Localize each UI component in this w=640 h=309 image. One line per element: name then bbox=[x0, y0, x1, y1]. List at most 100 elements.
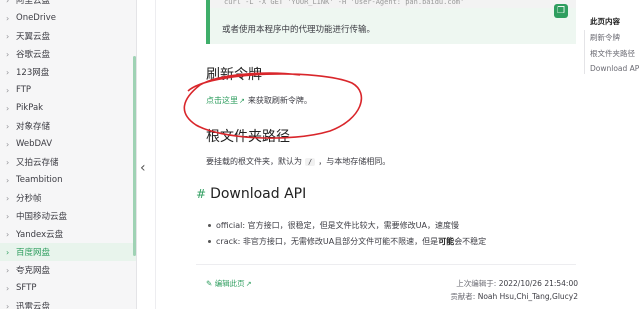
sidebar-item[interactable]: › PikPak bbox=[0, 99, 136, 117]
sidebar-item-label: 百度网盘 bbox=[16, 248, 51, 258]
refresh-paragraph: 点击这里↗ 来获取刷新令牌。 bbox=[206, 95, 312, 106]
sidebar-item-label: Teambition bbox=[16, 175, 63, 185]
chevron-right-icon: › bbox=[6, 229, 10, 239]
toc-item-download-api[interactable]: Download API bbox=[590, 64, 640, 73]
list-item-suffix: 会不稳定 bbox=[454, 236, 487, 246]
sidebar-item-label: OneDrive bbox=[16, 13, 56, 23]
anchor-link[interactable]: # bbox=[196, 187, 206, 201]
chevron-right-icon: › bbox=[6, 139, 10, 149]
list-item: official: 官方接口，很稳定，但是文件比较大，需要修改UA，速度慢 bbox=[208, 217, 486, 233]
sidebar-item[interactable]: › 分秒帧 bbox=[0, 189, 136, 207]
contributors-label: 贡献者: bbox=[450, 292, 476, 301]
sidebar-item-label: Yandex云盘 bbox=[16, 230, 64, 240]
chevron-right-icon: › bbox=[6, 301, 10, 309]
refresh-text: 来获取刷新令牌。 bbox=[247, 96, 312, 105]
sidebar-item[interactable]: › Teambition bbox=[0, 171, 136, 189]
sidebar-item[interactable]: › Yandex云盘 bbox=[0, 225, 136, 243]
divider bbox=[196, 264, 576, 265]
last-updated-label: 上次编辑于: bbox=[456, 279, 497, 288]
root-paragraph: 要挂载的根文件夹，默认为 / ，与本地存储相同。 bbox=[206, 156, 390, 167]
sidebar-item-label: 天翼云盘 bbox=[16, 32, 51, 42]
sidebar-item-label: 中国移动云盘 bbox=[16, 212, 68, 222]
tip-container: curl -L -X GET 'YOUR_LINK' -H 'User-Agen… bbox=[206, 0, 576, 44]
sidebar-item-label: WebDAV bbox=[16, 139, 53, 149]
chevron-right-icon: › bbox=[6, 0, 10, 5]
chevron-right-icon: › bbox=[6, 121, 10, 131]
sidebar-item[interactable]: › 阿里云盘 bbox=[0, 0, 136, 9]
code-block: curl -L -X GET 'YOUR_LINK' -H 'User-Agen… bbox=[210, 0, 576, 8]
chevron-right-icon: › bbox=[6, 265, 10, 275]
heading-download-api: # Download API bbox=[196, 186, 306, 202]
sidebar-item[interactable]: › OneDrive bbox=[0, 9, 136, 27]
download-api-list: official: 官方接口，很稳定，但是文件比较大，需要修改UA，速度慢 cr… bbox=[208, 217, 486, 249]
list-item-bold: 可能 bbox=[438, 236, 455, 246]
sidebar-item[interactable]: › 123网盘 bbox=[0, 63, 136, 81]
sidebar-item-label: 迅雷云盘 bbox=[16, 302, 51, 309]
sidebar-item-label: 夸克网盘 bbox=[16, 266, 51, 276]
contributors: 贡献者: Noah Hsu,Chi_Tang,Glucy2 bbox=[450, 291, 578, 302]
last-updated-value: 2022/10/26 21:54:00 bbox=[498, 279, 578, 288]
chevron-right-icon: › bbox=[6, 49, 10, 59]
sidebar-item[interactable]: › 对象存储 bbox=[0, 117, 136, 135]
chevron-right-icon: › bbox=[6, 103, 10, 113]
sidebar-item-label: SFTP bbox=[16, 283, 37, 293]
chevron-left-icon[interactable]: ‹ bbox=[140, 160, 146, 176]
chevron-right-icon: › bbox=[6, 31, 10, 41]
main-content: curl -L -X GET 'YOUR_LINK' -H 'User-Agen… bbox=[156, 0, 580, 309]
root-text-before: 要挂载的根文件夹，默认为 bbox=[206, 157, 302, 166]
heading-refresh-token: 刷新令牌 bbox=[206, 67, 262, 83]
sidebar-item[interactable]: › SFTP bbox=[0, 279, 136, 297]
chevron-right-icon: › bbox=[6, 175, 10, 185]
sidebar-item[interactable]: › 天翼云盘 bbox=[0, 27, 136, 45]
sidebar-item-label: 又拍云存储 bbox=[16, 158, 59, 168]
root-text-after: ，与本地存储相同。 bbox=[318, 157, 391, 166]
edit-page-link[interactable]: ✎ 编辑此页↗ bbox=[206, 278, 255, 289]
sidebar-item[interactable]: › 百度网盘 bbox=[0, 243, 136, 261]
sidebar-item-label: 123网盘 bbox=[16, 68, 50, 78]
heading-root-folder-path: 根文件夹路径 bbox=[206, 129, 290, 145]
bullet-icon bbox=[208, 239, 211, 243]
sidebar-item[interactable]: › 夸克网盘 bbox=[0, 261, 136, 279]
toc-item-root-folder[interactable]: 根文件夹路径 bbox=[590, 48, 640, 59]
table-of-contents: 此页内容 刷新令牌 根文件夹路径 Download API bbox=[590, 16, 640, 73]
sidebar-item[interactable]: › 迅雷云盘 bbox=[0, 297, 136, 309]
edit-page-label: 编辑此页 bbox=[214, 279, 245, 288]
external-link-icon: ↗ bbox=[245, 280, 252, 288]
toc-rail bbox=[584, 30, 585, 74]
sidebar-item-label: 分秒帧 bbox=[16, 194, 42, 204]
toc-title: 此页内容 bbox=[590, 17, 620, 26]
list-item-text: official: 官方接口，很稳定，但是文件比较大，需要修改UA，速度慢 bbox=[216, 220, 459, 230]
sidebar-item-label: 对象存储 bbox=[16, 122, 51, 132]
chevron-right-icon: › bbox=[6, 67, 10, 77]
sidebar-item-label: 谷歌云盘 bbox=[16, 50, 51, 60]
copy-icon[interactable]: ❐ bbox=[554, 4, 568, 18]
tip-text: 或者使用本程序中的代理功能进行传输。 bbox=[222, 25, 376, 35]
chevron-right-icon: › bbox=[6, 193, 10, 203]
toc-item-refresh-token[interactable]: 刷新令牌 bbox=[590, 32, 640, 43]
sidebar-item[interactable]: › 中国移动云盘 bbox=[0, 207, 136, 225]
list-item: crack: 非官方接口，无需修改UA且部分文件可能不限速，但是 可能 会不稳定 bbox=[208, 233, 486, 249]
chevron-right-icon: › bbox=[6, 13, 10, 23]
chevron-right-icon: › bbox=[6, 211, 10, 221]
chevron-right-icon: › bbox=[6, 283, 10, 293]
sidebar-item[interactable]: › FTP bbox=[0, 81, 136, 99]
sidebar-item[interactable]: › WebDAV bbox=[0, 135, 136, 153]
heading-download-api-text: Download API bbox=[210, 186, 307, 202]
chevron-right-icon: › bbox=[6, 247, 10, 257]
last-updated: 上次编辑于: 2022/10/26 21:54:00 bbox=[456, 278, 578, 289]
edit-icon: ✎ bbox=[206, 279, 213, 288]
contributors-value: Noah Hsu,Chi_Tang,Glucy2 bbox=[477, 292, 578, 301]
sidebar: › 阿里云盘 › OneDrive › 天翼云盘 › 谷歌云盘 › 123网盘 › FTP › PikPa… bbox=[0, 0, 137, 309]
sidebar-item-label: 阿里云盘 bbox=[16, 0, 51, 6]
sidebar-scrollbar[interactable] bbox=[133, 56, 136, 256]
root-code: / bbox=[305, 158, 316, 166]
external-link-icon: ↗ bbox=[239, 97, 245, 105]
refresh-token-link[interactable]: 点击这里 bbox=[206, 96, 238, 105]
sidebar-item[interactable]: › 谷歌云盘 bbox=[0, 45, 136, 63]
sidebar-item[interactable]: › 又拍云存储 bbox=[0, 153, 136, 171]
sidebar-item-label: PikPak bbox=[16, 103, 44, 113]
bullet-icon bbox=[208, 223, 211, 227]
chevron-right-icon: › bbox=[6, 157, 10, 167]
sidebar-item-label: FTP bbox=[16, 85, 32, 95]
list-item-text: crack: 非官方接口，无需修改UA且部分文件可能不限速，但是 bbox=[216, 236, 439, 246]
